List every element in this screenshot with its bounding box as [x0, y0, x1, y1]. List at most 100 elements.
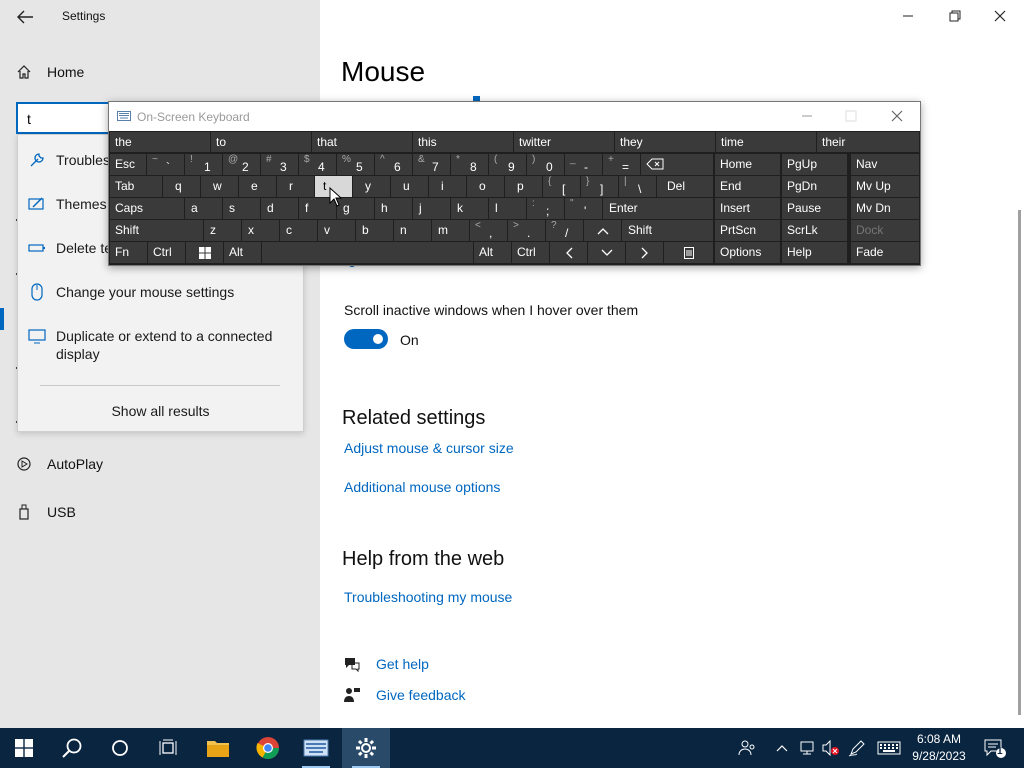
- key-options[interactable]: Options: [715, 242, 780, 263]
- key-j[interactable]: j: [413, 198, 450, 219]
- key-mv-dn[interactable]: Mv Dn: [851, 198, 919, 219]
- key-p[interactable]: p: [505, 176, 542, 197]
- troubleshooting-mouse-link[interactable]: Troubleshooting my mouse: [344, 589, 512, 605]
- key-shift-left[interactable]: Shift: [110, 220, 203, 241]
- key-pgup[interactable]: PgUp: [782, 154, 847, 175]
- nav-autoplay[interactable]: AutoPlay: [16, 456, 103, 472]
- additional-mouse-options-link[interactable]: Additional mouse options: [344, 479, 500, 495]
- key-1[interactable]: ! 1: [185, 154, 222, 175]
- nav-home[interactable]: Home: [16, 64, 84, 80]
- key-5[interactable]: % 5: [337, 154, 374, 175]
- key-y[interactable]: y: [353, 176, 390, 197]
- key-a[interactable]: a: [185, 198, 222, 219]
- key-v[interactable]: v: [318, 220, 355, 241]
- key-pgdn[interactable]: PgDn: [782, 176, 847, 197]
- key-m[interactable]: m: [432, 220, 469, 241]
- word-prediction[interactable]: time: [716, 132, 816, 152]
- cortana-button[interactable]: [96, 728, 144, 768]
- key-ctrl-right[interactable]: Ctrl: [512, 242, 549, 263]
- osk-titlebar[interactable]: On-Screen Keyboard: [109, 102, 920, 131]
- file-explorer-button[interactable]: [194, 728, 242, 768]
- key-enter[interactable]: Enter: [603, 198, 713, 219]
- key-arrow-down[interactable]: [588, 242, 625, 263]
- word-prediction[interactable]: this: [413, 132, 513, 152]
- show-all-results-button[interactable]: Show all results: [18, 403, 303, 419]
- key-space[interactable]: [262, 242, 473, 263]
- key-r[interactable]: r: [277, 176, 314, 197]
- key-o[interactable]: o: [467, 176, 504, 197]
- word-prediction[interactable]: the: [110, 132, 210, 152]
- key-insert[interactable]: Insert: [715, 198, 780, 219]
- chrome-button[interactable]: [244, 728, 292, 768]
- people-button[interactable]: [736, 738, 758, 758]
- start-button[interactable]: [0, 728, 48, 768]
- osk-close-button[interactable]: [887, 108, 907, 124]
- key-w[interactable]: w: [201, 176, 238, 197]
- key-quote[interactable]: " ': [565, 198, 602, 219]
- key-backslash[interactable]: | \: [619, 176, 656, 197]
- word-prediction[interactable]: to: [211, 132, 311, 152]
- key-c[interactable]: c: [280, 220, 317, 241]
- action-center-button[interactable]: 1: [980, 738, 1008, 758]
- osk-minimize-button[interactable]: [797, 108, 817, 124]
- key-mv-up[interactable]: Mv Up: [851, 176, 919, 197]
- key-6[interactable]: ^ 6: [375, 154, 412, 175]
- key-alt-right[interactable]: Alt: [474, 242, 511, 263]
- key-9[interactable]: (9: [489, 154, 526, 175]
- key-0[interactable]: ) 0: [527, 154, 564, 175]
- key-esc[interactable]: Esc: [110, 154, 146, 175]
- back-arrow-icon[interactable]: [14, 6, 36, 28]
- restore-button[interactable]: [940, 4, 968, 28]
- search-button[interactable]: [48, 728, 96, 768]
- nav-usb[interactable]: USB: [16, 504, 76, 520]
- key-k[interactable]: k: [451, 198, 488, 219]
- key-b[interactable]: b: [356, 220, 393, 241]
- key-x[interactable]: x: [242, 220, 279, 241]
- show-hidden-icons-button[interactable]: [774, 738, 790, 758]
- key-end[interactable]: End: [715, 176, 780, 197]
- word-prediction[interactable]: their: [817, 132, 919, 152]
- key-equals[interactable]: + =: [603, 154, 640, 175]
- on-screen-keyboard-taskbar-button[interactable]: [292, 728, 340, 768]
- close-button[interactable]: [986, 4, 1014, 28]
- scrollbar[interactable]: [1018, 210, 1021, 715]
- key-backtick[interactable]: ~ `: [147, 154, 184, 175]
- key-menu[interactable]: [664, 242, 713, 263]
- word-prediction[interactable]: that: [312, 132, 412, 152]
- key-period[interactable]: >.: [508, 220, 545, 241]
- key-arrow-up[interactable]: [584, 220, 621, 241]
- key-4[interactable]: $4: [299, 154, 336, 175]
- key-q[interactable]: q: [163, 176, 200, 197]
- key-fade[interactable]: Fade: [851, 242, 919, 263]
- key-semicolon[interactable]: :;: [527, 198, 564, 219]
- settings-taskbar-button[interactable]: [342, 728, 390, 768]
- key-caps[interactable]: Caps: [110, 198, 184, 219]
- network-button[interactable]: [796, 738, 818, 758]
- key-arrow-left[interactable]: [550, 242, 587, 263]
- key-d[interactable]: d: [261, 198, 298, 219]
- key-minus[interactable]: _ -: [565, 154, 602, 175]
- scroll-inactive-toggle[interactable]: [344, 329, 388, 349]
- key-u[interactable]: u: [391, 176, 428, 197]
- key-shift-right[interactable]: Shift: [622, 220, 713, 241]
- give-feedback-link[interactable]: Give feedback: [343, 686, 466, 704]
- key-backspace[interactable]: [641, 154, 713, 175]
- pen-workspace-button[interactable]: [846, 738, 868, 758]
- key-comma[interactable]: <,: [470, 220, 507, 241]
- osk-maximize-button[interactable]: [841, 108, 861, 124]
- key-e[interactable]: e: [239, 176, 276, 197]
- key-8[interactable]: * 8: [451, 154, 488, 175]
- key-del[interactable]: Del: [657, 176, 713, 197]
- task-view-button[interactable]: [144, 728, 192, 768]
- key-n[interactable]: n: [394, 220, 431, 241]
- key-pause[interactable]: Pause: [782, 198, 847, 219]
- adjust-mouse-cursor-link[interactable]: Adjust mouse & cursor size: [344, 440, 514, 456]
- key-help[interactable]: Help: [782, 242, 847, 263]
- key-alt-left[interactable]: Alt: [224, 242, 261, 263]
- key-tab[interactable]: Tab: [110, 176, 162, 197]
- key-arrow-right[interactable]: [626, 242, 663, 263]
- key-nav[interactable]: Nav: [851, 154, 919, 175]
- minimize-button[interactable]: [894, 4, 922, 28]
- key-l[interactable]: l: [489, 198, 526, 219]
- key-fn[interactable]: Fn: [110, 242, 147, 263]
